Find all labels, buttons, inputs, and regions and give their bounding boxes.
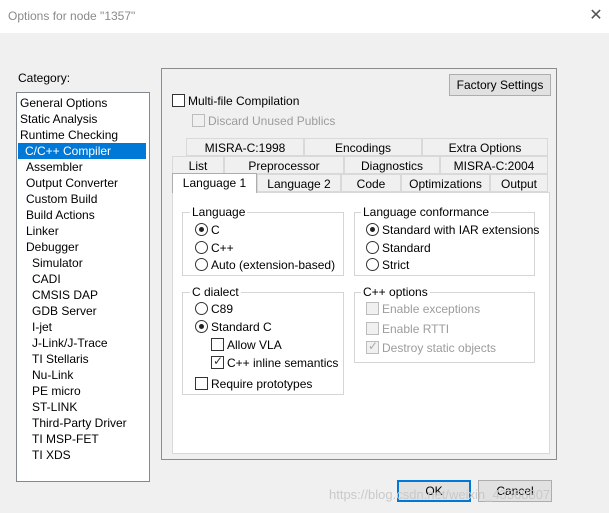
conformance-iar-extensions-label: Standard with IAR extensions [382,223,540,237]
require-prototypes-label: Require prototypes [211,377,313,391]
category-item-cmsis-dap[interactable]: CMSIS DAP [30,287,100,303]
tab-code[interactable]: Code [341,174,401,192]
category-item-runtime-checking[interactable]: Runtime Checking [18,127,120,143]
c-dialect-standard-c-label: Standard C [211,320,272,334]
category-item-custom-build[interactable]: Custom Build [24,191,99,207]
category-item-debugger[interactable]: Debugger [24,239,81,255]
enable-rtti-checkbox[interactable] [366,322,379,335]
enable-exceptions-label: Enable exceptions [382,302,481,316]
language-cpp-label: C++ [211,241,234,255]
category-item-build-actions[interactable]: Build Actions [24,207,97,223]
category-item-simulator[interactable]: Simulator [30,255,85,271]
category-item-jlink-jtrace[interactable]: J-Link/J-Trace [30,335,110,351]
language-c-radio[interactable] [195,223,208,236]
category-item-gdb-server[interactable]: GDB Server [30,303,99,319]
discard-unused-publics-checkbox[interactable] [192,114,205,127]
multifile-compilation-checkbox[interactable] [172,94,185,107]
category-item-ti-stellaris[interactable]: TI Stellaris [30,351,91,367]
window-title: Options for node "1357" [8,9,136,23]
category-item-st-link[interactable]: ST-LINK [30,399,79,415]
conformance-strict-radio[interactable] [366,258,379,271]
tab-misra-c-2004[interactable]: MISRA-C:2004 [440,156,548,174]
tab-diagnostics[interactable]: Diagnostics [344,156,440,174]
tab-list[interactable]: List [172,156,224,174]
category-item-pe-micro[interactable]: PE micro [30,383,83,399]
c-dialect-c89-radio[interactable] [195,302,208,315]
multifile-compilation-label: Multi-file Compilation [188,94,300,108]
conformance-strict-label: Strict [382,258,410,272]
category-item-cadi[interactable]: CADI [30,271,63,287]
allow-vla-checkbox[interactable] [211,338,224,351]
conformance-standard-radio[interactable] [366,241,379,254]
tab-language-2[interactable]: Language 2 [257,174,341,192]
category-item-ti-msp-fet[interactable]: TI MSP-FET [30,431,101,447]
category-item-linker[interactable]: Linker [24,223,61,239]
category-item-i-jet[interactable]: I-jet [30,319,54,335]
category-item-general-options[interactable]: General Options [18,95,109,111]
conformance-group-title: Language conformance [361,205,492,219]
tab-extra-options[interactable]: Extra Options [422,138,548,156]
language-auto-radio[interactable] [195,258,208,271]
category-item-assembler[interactable]: Assembler [24,159,85,175]
require-prototypes-checkbox[interactable] [195,377,208,390]
language-c-label: C [211,223,220,237]
destroy-static-objects-checkbox[interactable] [366,339,379,354]
factory-settings-button[interactable]: Factory Settings [449,74,551,96]
title-bar: Options for node "1357" ✕ [0,0,609,33]
destroy-static-objects-label: Destroy static objects [382,341,497,355]
conformance-standard-label: Standard [382,241,431,255]
c-dialect-c89-label: C89 [211,302,234,316]
tab-misra-c-1998[interactable]: MISRA-C:1998 [186,138,304,156]
tab-language-1[interactable]: Language 1 [172,173,257,193]
category-item-nu-link[interactable]: Nu-Link [30,367,75,383]
language-group-title: Language [190,205,248,219]
discard-unused-publics-label: Discard Unused Publics [208,114,336,128]
inline-semantics-checkbox[interactable] [211,354,224,369]
tab-optimizations[interactable]: Optimizations [401,174,490,192]
conformance-iar-extensions-radio[interactable] [366,223,379,236]
cpp-options-group-title: C++ options [361,285,430,299]
watermark: https://blog.csdn.net/weixin_43368807 [329,487,551,502]
close-icon[interactable]: ✕ [586,6,606,26]
tab-output[interactable]: Output [490,174,548,192]
category-item-ti-xds[interactable]: TI XDS [30,447,73,463]
category-item-static-analysis[interactable]: Static Analysis [18,111,99,127]
tab-encodings[interactable]: Encodings [304,138,422,156]
category-item-output-converter[interactable]: Output Converter [24,175,120,191]
c-dialect-standard-c-radio[interactable] [195,320,208,333]
language-auto-label: Auto (extension-based) [211,258,336,272]
inline-semantics-label: C++ inline semantics [227,356,339,370]
enable-rtti-label: Enable RTTI [382,322,450,336]
tab-preprocessor[interactable]: Preprocessor [224,156,344,174]
category-label: Category: [18,71,71,85]
allow-vla-label: Allow VLA [227,338,282,352]
category-list[interactable]: General Options Static Analysis Runtime … [16,92,150,482]
category-item-third-party-driver[interactable]: Third-Party Driver [30,415,129,431]
enable-exceptions-checkbox[interactable] [366,302,379,315]
language-cpp-radio[interactable] [195,241,208,254]
c-dialect-group-title: C dialect [190,285,241,299]
category-item-c-cpp-compiler[interactable]: C/C++ Compiler [18,143,146,159]
